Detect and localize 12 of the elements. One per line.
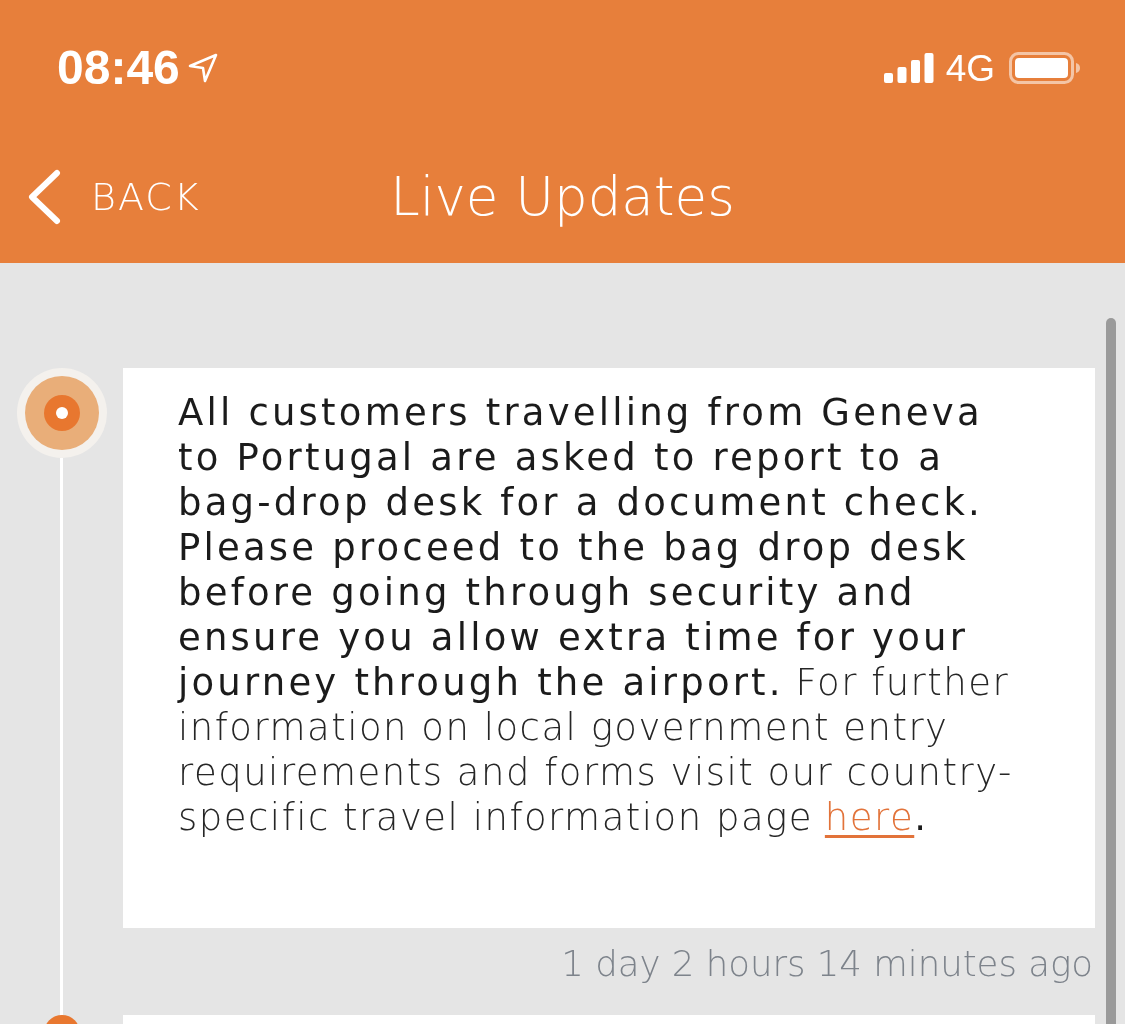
info-link[interactable]: here xyxy=(824,796,915,839)
status-time: 08:46 xyxy=(57,44,180,92)
screen-title: Live Updates xyxy=(390,166,735,227)
update-time: 1 day 2 hours 14 minutes ago xyxy=(560,942,1094,986)
battery-icon xyxy=(1009,52,1081,84)
back-button[interactable]: BACK xyxy=(0,168,207,225)
chevron-left-icon xyxy=(27,168,61,225)
network-label: 4G xyxy=(945,49,995,87)
location-arrow-icon xyxy=(187,53,218,83)
signal-icon xyxy=(883,53,934,83)
update-message: All customers travelling from Geneva to Portugal are asked to report to a bag-drop desk for a document check. Please proceed to the bag drop desk before going through security and ensure you allow extra time for your journey through the airport. For further information on local government entry requirements and forms visit our country-specific travel information page here. xyxy=(178,390,1014,840)
timeline-marker-icon xyxy=(16,368,107,458)
